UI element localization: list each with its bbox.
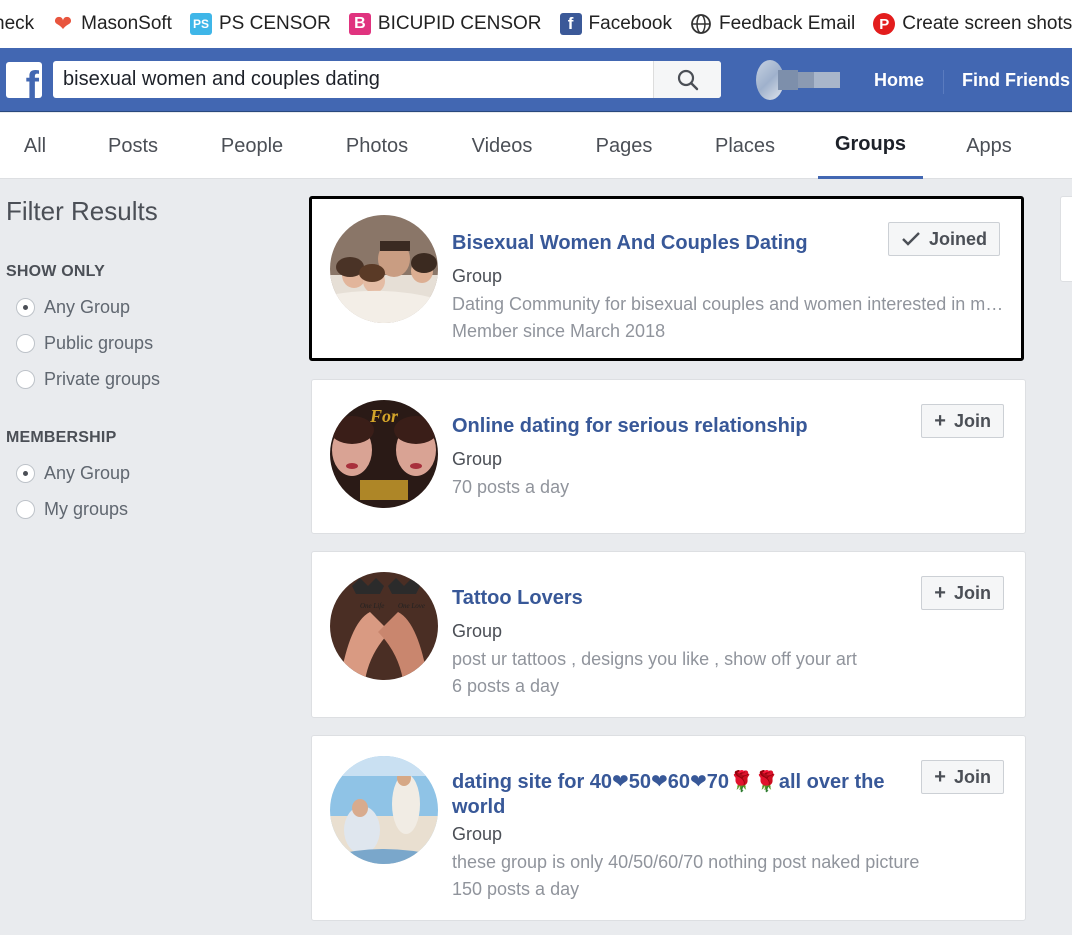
group-result-card[interactable]: Bisexual Women And Couples Dating Group … — [309, 196, 1024, 361]
bookmark-label: neck — [0, 13, 35, 34]
group-description: post ur tattoos , designs you like , sho… — [452, 649, 857, 669]
bookmark-label: Create screen shots — [902, 13, 1072, 34]
group-result-card[interactable]: dating site for 40❤50❤60❤70🌹🌹all over th… — [311, 735, 1026, 921]
group-avatar[interactable] — [330, 215, 438, 323]
membership-my-groups[interactable]: My groups — [6, 491, 276, 527]
filter-private-groups[interactable]: Private groups — [6, 361, 276, 397]
group-activity: 150 posts a day — [452, 879, 580, 899]
tab-apps[interactable]: Apps — [955, 113, 1023, 179]
group-title-link[interactable]: Tattoo Lovers — [452, 586, 583, 611]
bookmark-label: MasonSoft — [81, 13, 172, 34]
radio-button[interactable] — [16, 463, 35, 483]
tab-groups[interactable]: Groups — [818, 113, 923, 179]
radio-button[interactable] — [16, 333, 35, 353]
group-type: Group — [452, 824, 503, 844]
bookmark-label: BICUPID CENSOR — [377, 13, 542, 34]
filter-results-title: Filter Results — [6, 196, 158, 226]
group-result-card[interactable]: One Life One Love Tattoo Lovers Group po… — [311, 551, 1026, 718]
group-activity: 70 posts a day — [452, 477, 570, 497]
group-activity: 6 posts a day — [452, 676, 560, 696]
bookmark-check[interactable]: neck — [0, 13, 34, 35]
bicupid-icon: B — [348, 13, 371, 35]
bookmark-ps-censor[interactable]: PS PS CENSOR — [189, 13, 331, 35]
bookmark-label: PS CENSOR — [218, 13, 331, 34]
group-title-link[interactable]: Bisexual Women And Couples Dating — [452, 231, 808, 256]
search-input[interactable] — [53, 61, 653, 98]
plus-icon: + — [934, 765, 946, 788]
join-button[interactable]: + Join — [921, 760, 1004, 794]
group-membership-info: Member since March 2018 — [452, 321, 666, 341]
svg-text:For: For — [369, 406, 399, 426]
join-button[interactable]: + Join — [921, 576, 1004, 610]
bookmark-label: Facebook — [588, 13, 672, 34]
group-avatar[interactable]: For — [330, 400, 438, 508]
group-type: Group — [452, 266, 503, 286]
radio-label: Any Group — [44, 462, 131, 483]
membership-label: MEMBERSHIP — [6, 429, 117, 446]
button-label: Join — [953, 410, 991, 431]
nav-divider — [943, 70, 944, 94]
bookmark-bicupid-censor[interactable]: B BICUPID CENSOR — [348, 13, 542, 35]
ps-icon: PS — [189, 13, 212, 35]
group-avatar[interactable] — [330, 756, 438, 864]
tab-pages[interactable]: Pages — [586, 113, 662, 179]
group-description: these group is only 40/50/60/70 nothing … — [452, 852, 920, 872]
group-type: Group — [452, 621, 503, 641]
facebook-logo-icon[interactable]: f — [6, 62, 42, 98]
group-result-card[interactable]: For Online dating for serious relationsh… — [311, 379, 1026, 534]
heart-icon: ❤ — [53, 11, 73, 36]
bookmark-create-screenshots[interactable]: P Create screen shots — [873, 13, 1072, 35]
joined-button[interactable]: Joined — [887, 222, 1000, 256]
facebook-icon: f — [559, 13, 582, 35]
radio-label: My groups — [44, 498, 129, 519]
bookmark-label: Feedback Email — [718, 13, 856, 34]
group-title-link[interactable]: dating site for 40❤50❤60❤70🌹🌹all over th… — [452, 770, 922, 820]
group-avatar[interactable]: One Life One Love — [330, 572, 438, 680]
plus-icon: + — [934, 409, 946, 432]
button-label: Joined — [928, 228, 987, 249]
group-title-link[interactable]: Online dating for serious relationship — [452, 414, 808, 439]
radio-label: Any Group — [44, 296, 131, 317]
membership-any-group[interactable]: Any Group — [6, 455, 276, 491]
search-button[interactable] — [653, 61, 721, 98]
bookmarks-bar: neck ❤ MasonSoft PS PS CENSOR B BICUPID … — [0, 0, 1072, 48]
tab-places[interactable]: Places — [705, 113, 785, 179]
tab-posts[interactable]: Posts — [98, 113, 168, 179]
tab-people[interactable]: People — [212, 113, 292, 179]
button-label: Join — [953, 582, 991, 603]
svg-text:One Love: One Love — [398, 602, 425, 610]
bookmark-feedback-email[interactable]: Feedback Email — [690, 13, 855, 35]
tab-videos[interactable]: Videos — [462, 113, 542, 179]
search-icon — [677, 69, 698, 90]
bookmark-masonsoft[interactable]: ❤ MasonSoft — [52, 11, 172, 36]
checkmark-icon — [902, 232, 920, 246]
radio-label: Private groups — [44, 368, 161, 389]
svg-text:One Life: One Life — [360, 602, 384, 610]
filter-any-group[interactable]: Any Group — [6, 289, 276, 325]
group-type: Group — [452, 449, 503, 469]
top-navigation-bar: f Home Find Friends — [0, 48, 1072, 112]
right-column-card — [1060, 196, 1072, 282]
button-label: Join — [953, 766, 991, 787]
globe-icon — [690, 13, 712, 35]
join-button[interactable]: + Join — [921, 404, 1004, 438]
show-only-label: SHOW ONLY — [6, 263, 105, 280]
search-tabs: All Posts People Photos Videos Pages Pla… — [0, 113, 1072, 179]
radio-button[interactable] — [16, 499, 35, 519]
filter-sidebar: Filter Results SHOW ONLY Any Group Publi… — [6, 196, 276, 527]
tab-all[interactable]: All — [10, 113, 60, 179]
radio-button[interactable] — [16, 297, 35, 317]
plus-icon: + — [934, 581, 946, 604]
group-description: Dating Community for bisexual couples an… — [452, 294, 1007, 314]
p-icon: P — [873, 13, 896, 35]
home-link[interactable]: Home — [874, 70, 924, 91]
search-box — [53, 61, 721, 98]
radio-button[interactable] — [16, 369, 35, 389]
radio-label: Public groups — [44, 332, 154, 353]
bookmark-facebook[interactable]: f Facebook — [559, 13, 672, 35]
filter-public-groups[interactable]: Public groups — [6, 325, 276, 361]
find-friends-link[interactable]: Find Friends — [962, 70, 1070, 91]
profile-avatar[interactable] — [756, 58, 842, 102]
tab-photos[interactable]: Photos — [337, 113, 417, 179]
